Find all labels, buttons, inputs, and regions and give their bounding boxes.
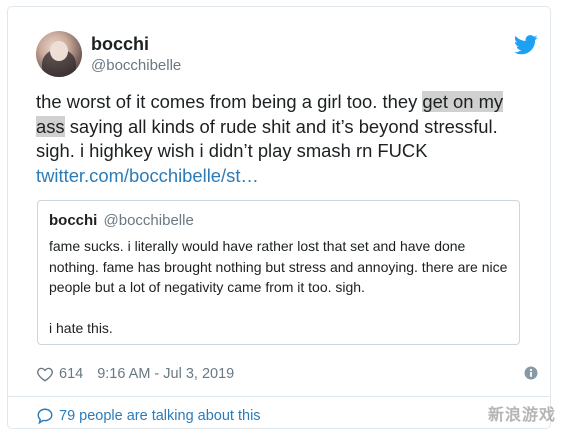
author-handle[interactable]: @bocchibelle	[91, 57, 181, 74]
speech-bubble-icon	[37, 408, 53, 425]
divider	[8, 396, 550, 397]
tweet-text-part: saying all kinds of rude shit and it’s b…	[36, 115, 498, 162]
tweet-timestamp[interactable]: 9:16 AM - Jul 3, 2019	[97, 366, 234, 382]
author-display-name[interactable]: bocchi	[91, 34, 149, 55]
embedded-tweet-card: bocchi @bocchibelle the worst of it come…	[7, 6, 551, 429]
tweet-link[interactable]: twitter.com/bocchibelle/st…	[36, 164, 536, 189]
tweet-text: the worst of it comes from being a girl …	[36, 90, 536, 188]
avatar[interactable]	[36, 31, 82, 77]
quoted-text: fame sucks. i literally would have rathe…	[49, 236, 514, 338]
quoted-paragraph: fame sucks. i literally would have rathe…	[49, 238, 508, 295]
conversation-link[interactable]: 79 people are talking about this	[36, 407, 261, 425]
tweet-text-part: the worst of it comes from being a girl …	[36, 91, 423, 112]
twitter-bird-icon[interactable]	[514, 35, 538, 60]
like-count[interactable]: 614	[59, 366, 83, 382]
info-icon[interactable]	[524, 366, 538, 385]
quoted-display-name: bocchi	[49, 212, 98, 229]
quoted-paragraph: i hate this.	[49, 319, 113, 336]
talking-count-text: 79 people are talking about this	[59, 408, 261, 424]
watermark: 新浪游戏	[487, 407, 556, 424]
quoted-author: bocchi @bocchibelle	[49, 212, 194, 229]
quoted-tweet[interactable]: bocchi @bocchibelle fame sucks. i litera…	[37, 200, 520, 345]
avatar-face	[50, 41, 68, 61]
quoted-handle: @bocchibelle	[103, 212, 194, 229]
tweet-meta: 614 9:16 AM - Jul 3, 2019	[36, 364, 234, 384]
heart-icon[interactable]	[36, 365, 54, 383]
